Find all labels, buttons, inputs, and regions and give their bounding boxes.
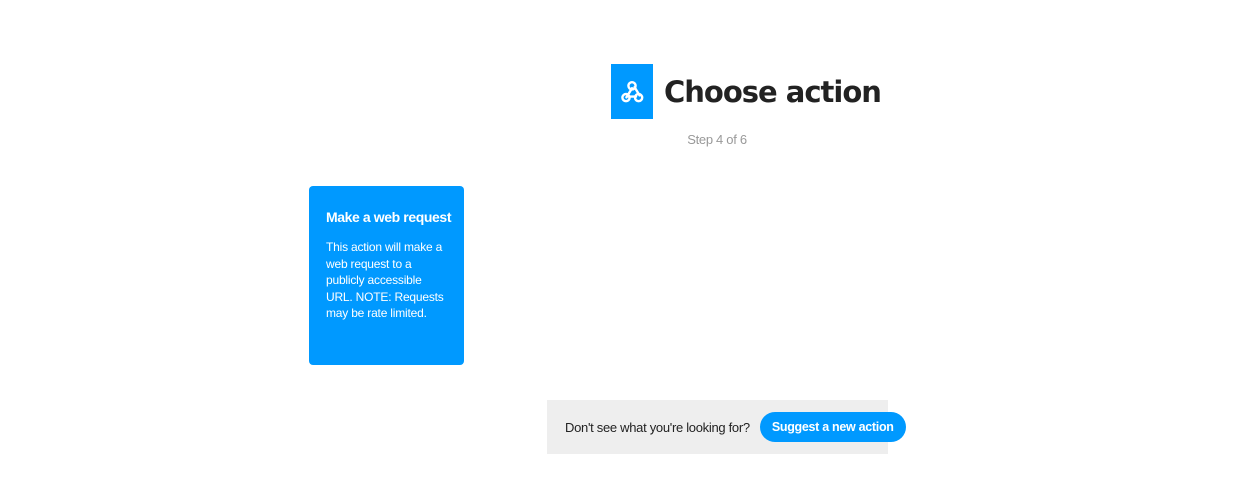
suggest-prompt: Don't see what you're looking for? xyxy=(565,419,750,435)
suggest-action-bar: Don't see what you're looking for? Sugge… xyxy=(547,400,906,454)
webhooks-logo xyxy=(611,64,653,119)
page-title: Choose action xyxy=(664,74,882,109)
choose-action-page: Choose action Step 4 of 6 Make a web req… xyxy=(0,0,1233,494)
page-header: Choose action xyxy=(611,64,882,119)
action-card-description: This action will make a web request to a… xyxy=(326,240,444,320)
step-indicator: Step 4 of 6 xyxy=(687,132,747,147)
webhooks-icon xyxy=(621,80,644,102)
action-card-make-web-request[interactable]: Make a web request This action will make… xyxy=(309,186,464,365)
action-card-title: Make a web request xyxy=(326,209,452,225)
suggest-new-action-button[interactable]: Suggest a new action xyxy=(759,412,906,442)
